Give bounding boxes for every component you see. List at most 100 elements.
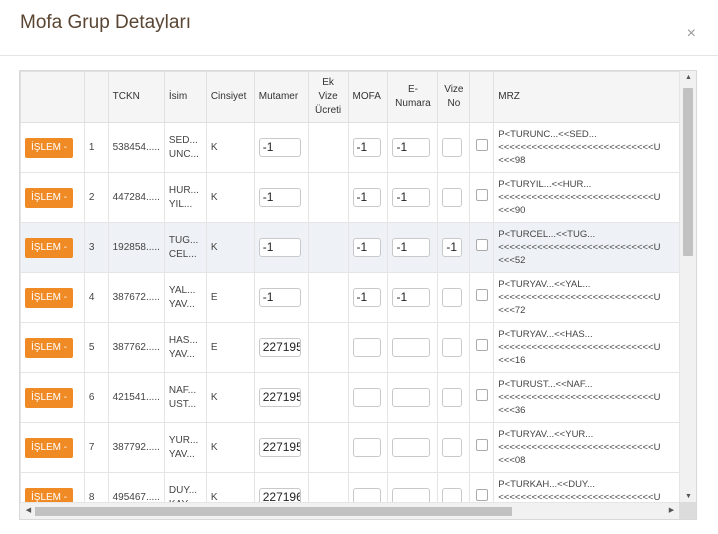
e-numara-input[interactable]: -1 (392, 238, 431, 257)
mutamer-input[interactable]: -1 (258, 238, 301, 257)
mofa-input[interactable] (352, 438, 381, 457)
e-numara-input[interactable] (392, 388, 431, 407)
tckn-cell: 387792..... (107, 422, 165, 473)
mutamer-input[interactable]: -1 (258, 288, 301, 307)
table-row[interactable]: İŞLEM -2 447284..... HUR... YIL... K -1 -1 -1 P… (20, 172, 680, 223)
col-header-mrz[interactable]: MRZ (493, 71, 680, 123)
scroll-right-icon[interactable]: ▶ (663, 506, 680, 514)
table-row[interactable]: İŞLEM -1 538454..... SED... UNC... K -1 -1 -1 P… (20, 122, 680, 173)
row-number: 8 (83, 472, 109, 503)
vize-no-input[interactable] (442, 488, 463, 503)
islem-button[interactable]: İŞLEM - (25, 287, 74, 308)
mofa-group-modal: Mofa Grup Detayları × TCKN İsim Cinsiyet (0, 0, 718, 534)
row-select-checkbox[interactable] (475, 139, 488, 151)
ek-vize-ucreti-cell (307, 272, 349, 323)
vertical-scrollbar[interactable]: ▲ ▼ (679, 71, 696, 503)
horizontal-scrollbar[interactable]: ◀ ▶ (20, 502, 680, 519)
table-row[interactable]: İŞLEM - 7 387792..... YUR... YAV... K 227195 P… (20, 422, 680, 473)
col-header-tckn[interactable]: TCKN (107, 71, 165, 123)
isim-cell: DUY... KAY... (163, 472, 207, 503)
mofa-input[interactable] (352, 488, 381, 503)
table-row[interactable]: İŞLEM - 8495467.....DUY... KAY...K227196 P… (20, 472, 680, 503)
e-numara-input[interactable] (392, 338, 431, 357)
cinsiyet-cell: K (205, 372, 255, 423)
cinsiyet-cell: E (205, 322, 255, 373)
ek-vize-ucreti-cell (307, 172, 349, 223)
mutamer-input[interactable]: 227196 (258, 488, 301, 503)
vize-no-input[interactable] (442, 388, 463, 407)
islem-button[interactable]: İŞLEM - (25, 237, 74, 258)
vize-no-input[interactable] (442, 338, 463, 357)
table-row[interactable]: İŞLEM -3 192858..... TUG... CEL... K -1 -1 -1-… (20, 222, 680, 273)
ek-vize-ucreti-cell (307, 422, 349, 473)
col-header-e-numara[interactable]: E- Numara (387, 71, 439, 123)
e-numara-input[interactable] (392, 488, 431, 503)
vertical-scroll-thumb[interactable] (683, 88, 693, 256)
isim-cell: YAL... YAV... (163, 272, 207, 323)
details-table: TCKN İsim Cinsiyet Mutamer Ek Vize Ücret… (20, 71, 680, 503)
isim-cell: SED... UNC... (163, 122, 207, 173)
scrollbar-corner (679, 502, 696, 519)
mutamer-input[interactable]: 227195 (258, 338, 301, 357)
horizontal-scroll-thumb[interactable] (35, 507, 512, 516)
close-icon[interactable]: × (687, 26, 696, 42)
e-numara-input[interactable] (392, 438, 431, 457)
row-number: 1 (83, 122, 109, 173)
mofa-input[interactable]: -1 (352, 138, 381, 157)
vize-no-input[interactable] (442, 188, 463, 207)
e-numara-input[interactable]: -1 (392, 188, 431, 207)
scroll-down-icon[interactable]: ▼ (680, 493, 696, 500)
col-header-ek-vize-ucreti[interactable]: Ek Vize Ücreti (307, 71, 349, 123)
mrz-cell: P<TURYAV...<<HAS... <<<<<<<<<<<<<<<<<<<<… (493, 322, 680, 373)
col-header-vize-no[interactable]: Vize No (437, 71, 471, 123)
tckn-cell: 495467..... (107, 472, 165, 503)
col-header-isim[interactable]: İsim (163, 71, 207, 123)
col-header-select (469, 71, 495, 123)
cinsiyet-cell: K (205, 222, 255, 273)
row-select-checkbox[interactable] (475, 489, 488, 501)
details-grid: TCKN İsim Cinsiyet Mutamer Ek Vize Ücret… (19, 70, 697, 520)
scroll-up-icon[interactable]: ▲ (680, 74, 696, 81)
row-select-checkbox[interactable] (475, 389, 488, 401)
mofa-input[interactable]: -1 (352, 238, 381, 257)
islem-button[interactable]: İŞLEM - (25, 337, 74, 358)
mutamer-input[interactable]: 227195 (258, 388, 301, 407)
row-select-checkbox[interactable] (475, 289, 488, 301)
islem-button[interactable]: İŞLEM - (25, 437, 74, 458)
mofa-input[interactable] (352, 388, 381, 407)
mofa-input[interactable]: -1 (352, 288, 381, 307)
cinsiyet-cell: K (205, 172, 255, 223)
mutamer-input[interactable]: -1 (258, 188, 301, 207)
row-select-checkbox[interactable] (475, 439, 488, 451)
col-header-mofa[interactable]: MOFA (347, 71, 389, 123)
mutamer-input[interactable]: 227195 (258, 438, 301, 457)
e-numara-input[interactable]: -1 (392, 138, 431, 157)
islem-button[interactable]: İŞLEM - (25, 487, 74, 503)
mofa-input[interactable]: -1 (352, 188, 381, 207)
row-select-checkbox[interactable] (475, 189, 488, 201)
vize-no-input[interactable] (442, 138, 463, 157)
modal-title: Mofa Grup Detayları (20, 12, 192, 33)
vize-no-input[interactable]: -1 (442, 238, 463, 257)
islem-button[interactable]: İŞLEM - (25, 187, 74, 208)
mofa-input[interactable] (352, 338, 381, 357)
table-row[interactable]: İŞLEM -4 387672..... YAL... YAV... E -1 -1 -1 P… (20, 272, 680, 323)
mutamer-input[interactable]: -1 (258, 138, 301, 157)
col-header-cinsiyet[interactable]: Cinsiyet (205, 71, 255, 123)
ek-vize-ucreti-cell (307, 472, 349, 503)
cinsiyet-cell: K (205, 422, 255, 473)
row-select-checkbox[interactable] (475, 239, 488, 251)
mrz-cell: P<TURCEL...<<TUG... <<<<<<<<<<<<<<<<<<<<… (493, 222, 680, 273)
e-numara-input[interactable]: -1 (392, 288, 431, 307)
islem-button[interactable]: İŞLEM - (25, 137, 74, 158)
grid-viewport: TCKN İsim Cinsiyet Mutamer Ek Vize Ücret… (20, 71, 680, 503)
col-header-mutamer[interactable]: Mutamer (253, 71, 309, 123)
row-select-checkbox[interactable] (475, 339, 488, 351)
mrz-cell: P<TURKAH...<<DUY... <<<<<<<<<<<<<<<<<<<<… (493, 472, 680, 503)
table-row[interactable]: İŞLEM - 5 387762..... HAS... YAV... E 227195 P… (20, 322, 680, 373)
isim-cell: TUG... CEL... (163, 222, 207, 273)
vize-no-input[interactable] (442, 288, 463, 307)
islem-button[interactable]: İŞLEM - (25, 387, 74, 408)
vize-no-input[interactable] (442, 438, 463, 457)
table-row[interactable]: İŞLEM - 6 421541..... NAF... UST... K 227195 P… (20, 372, 680, 423)
